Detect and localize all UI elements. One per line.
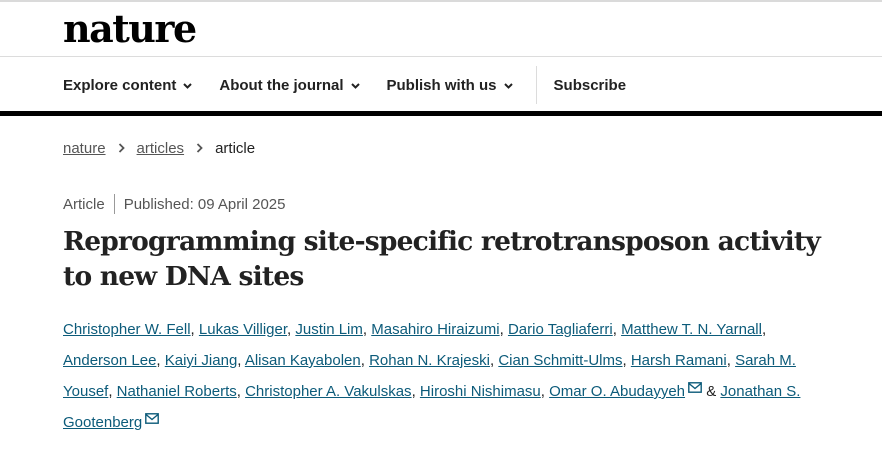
article-meta: Article Published: 09 April 2025 (63, 193, 285, 215)
nav-separator (535, 66, 537, 104)
author-link[interactable]: Matthew T. N. Yarnall (621, 321, 762, 338)
header-divider (0, 56, 882, 57)
meta-divider (113, 194, 115, 214)
author-link[interactable]: Lukas Villiger (199, 321, 287, 338)
nav-publish-with-us-label: Publish with us (386, 76, 497, 94)
author-conjunction: & (706, 383, 717, 400)
published-date: Published: 09 April 2025 (123, 195, 286, 213)
nature-logo[interactable]: nature (63, 5, 197, 53)
nav-explore-content[interactable]: Explore content (63, 77, 193, 94)
breadcrumb-nature[interactable]: nature (63, 140, 106, 157)
main-nav: Explore content About the journal Publis… (63, 66, 652, 104)
top-rule (0, 0, 882, 2)
nav-about-the-journal[interactable]: About the journal (219, 77, 360, 94)
author-link[interactable]: Dario Tagliaferri (508, 321, 613, 338)
author-link[interactable]: Alisan Kayabolen (245, 352, 361, 369)
chevron-down-icon (183, 82, 193, 89)
author-link[interactable]: Masahiro Hiraizumi (371, 321, 499, 338)
chevron-right-icon (118, 143, 125, 153)
article-title: Reprogramming site-specific retrotranspo… (63, 226, 821, 292)
author-link[interactable]: Kaiyi Jiang (165, 352, 238, 369)
author-link[interactable]: Harsh Ramani (631, 352, 727, 369)
mail-icon[interactable] (688, 382, 702, 393)
chevron-down-icon (503, 82, 513, 89)
mail-icon[interactable] (145, 413, 160, 424)
nav-subscribe[interactable]: Subscribe (554, 77, 627, 94)
author-link[interactable]: Cian Schmitt-Ulms (498, 352, 622, 369)
author-link[interactable]: Justin Lim (295, 321, 363, 338)
nav-bottom-band (0, 111, 882, 116)
breadcrumb-current: article (215, 139, 256, 157)
nav-subscribe-label: Subscribe (553, 76, 627, 94)
author-link[interactable]: Christopher W. Fell (63, 321, 191, 338)
nav-publish-with-us[interactable]: Publish with us (387, 77, 514, 94)
nav-explore-content-label: Explore content (63, 76, 177, 94)
author-list: Christopher W. Fell, Lukas Villiger, Jus… (63, 321, 801, 431)
chevron-down-icon (350, 82, 360, 89)
article-type: Article (63, 195, 105, 213)
chevron-right-icon (196, 143, 203, 153)
author-link[interactable]: Christopher A. Vakulskas (245, 383, 411, 400)
breadcrumb: nature articles article (63, 137, 255, 159)
breadcrumb-articles[interactable]: articles (137, 140, 185, 157)
author-link[interactable]: Rohan N. Krajeski (369, 352, 490, 369)
author-link[interactable]: Omar O. Abudayyeh (549, 383, 685, 400)
author-link[interactable]: Nathaniel Roberts (117, 383, 237, 400)
author-link[interactable]: Anderson Lee (63, 352, 156, 369)
nav-about-the-journal-label: About the journal (219, 76, 344, 94)
author-link[interactable]: Hiroshi Nishimasu (420, 383, 541, 400)
